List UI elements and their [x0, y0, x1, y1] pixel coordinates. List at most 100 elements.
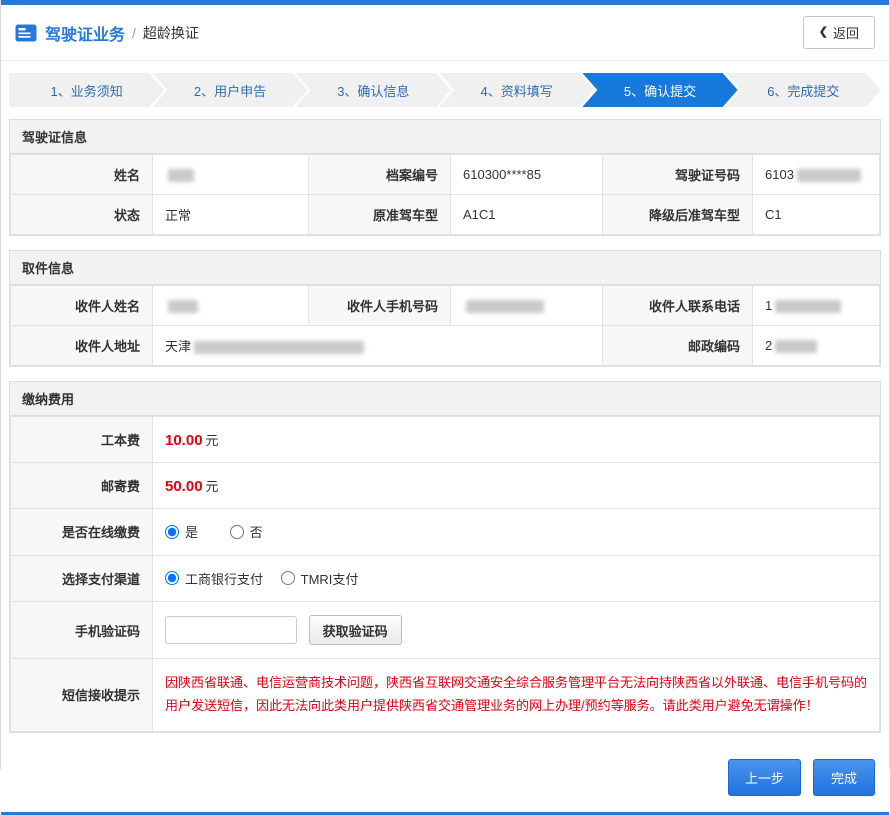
value-name [152, 154, 309, 195]
value-text: 1 [765, 297, 773, 313]
section-title-pickup: 取件信息 [10, 251, 880, 285]
label-file-number: 档案编号 [308, 154, 451, 195]
step-2-user-declaration[interactable]: 2、用户申告 [152, 73, 307, 107]
fees-table: 工本费 10.00 元 邮寄费 50.00 元 是否在线缴费 是 否 选择支付渠… [10, 416, 880, 732]
step-label: 2、用户申告 [193, 83, 267, 99]
bottom-accent-bar [1, 811, 889, 815]
label-online-pay: 是否在线缴费 [10, 508, 153, 556]
online-pay-yes-option[interactable]: 是 [165, 522, 198, 541]
value-recipient-mobile [450, 285, 603, 326]
section-title-license: 驾驶证信息 [10, 120, 880, 154]
section-pickup-info: 取件信息 收件人姓名 收件人手机号码 收件人联系电话 1 收件人地址 天津 邮政… [9, 250, 881, 367]
table-row: 收件人地址 天津 邮政编码 2 [10, 325, 880, 366]
value-recipient-address: 天津 [152, 325, 603, 366]
online-pay-no-option[interactable]: 否 [229, 522, 263, 541]
label-recipient-address: 收件人地址 [10, 325, 153, 366]
value-text: 610300****85 [463, 167, 542, 182]
redacted-value [466, 300, 544, 314]
channel-icbc-option[interactable]: 工商银行支付 [165, 569, 263, 588]
section-title-fees: 缴纳费用 [10, 382, 880, 416]
value-original-class: A1C1 [450, 194, 603, 235]
label-status: 状态 [10, 194, 153, 235]
value-file-number: 610300****85 [450, 154, 603, 195]
finish-button[interactable]: 完成 [813, 758, 875, 796]
online-pay-no-radio[interactable] [229, 524, 244, 539]
license-info-table: 姓名 档案编号 610300****85 驾驶证号码 6103 状态 正常 原准… [10, 154, 880, 235]
step-label: 3、确认信息 [337, 83, 410, 99]
label-production-fee: 工本费 [10, 416, 153, 463]
table-row: 短信接收提示 因陕西省联通、电信运营商技术问题，陕西省互联网交通安全综合服务管理… [10, 658, 880, 732]
value-license-number: 6103 [752, 154, 880, 195]
steps-bar: 1、业务须知 2、用户申告 3、确认信息 4、资料填写 5、确认提交 6、完成提… [9, 73, 881, 107]
label-zip-code: 邮政编码 [602, 325, 753, 366]
mailing-fee-amount: 50.00 [165, 478, 203, 495]
value-text: C1 [765, 207, 782, 222]
value-sms-note: 因陕西省联通、电信运营商技术问题，陕西省互联网交通安全综合服务管理平台无法向持陕… [152, 658, 880, 732]
redacted-value [775, 300, 842, 314]
table-row: 邮寄费 50.00 元 [10, 462, 880, 509]
step-6-complete-submit[interactable]: 6、完成提交 [726, 73, 881, 107]
channel-tmri-radio[interactable] [280, 571, 295, 585]
section-license-info: 驾驶证信息 姓名 档案编号 610300****85 驾驶证号码 6103 状态… [9, 119, 881, 236]
step-1-business-notice[interactable]: 1、业务须知 [9, 73, 164, 107]
online-pay-yes-radio[interactable] [165, 524, 179, 539]
step-5-confirm-submit[interactable]: 5、确认提交 [582, 73, 737, 107]
value-text: 正常 [165, 208, 192, 223]
header: 驾驶证业务 / 超龄换证 ❮ 返回 [1, 5, 889, 61]
value-production-fee: 10.00 元 [152, 416, 880, 463]
label-downgraded-class: 降级后准驾车型 [602, 194, 753, 235]
channel-tmri-option[interactable]: TMRI支付 [280, 569, 359, 588]
radio-label: 是 [185, 525, 199, 540]
step-label: 6、完成提交 [767, 83, 840, 99]
value-zip-code: 2 [752, 325, 880, 366]
radio-label: TMRI支付 [300, 571, 359, 587]
table-row: 是否在线缴费 是 否 [10, 508, 880, 556]
mailing-fee-unit: 元 [205, 479, 219, 494]
table-row: 收件人姓名 收件人手机号码 收件人联系电话 1 [10, 285, 880, 326]
table-row: 姓名 档案编号 610300****85 驾驶证号码 6103 [10, 154, 880, 195]
chevron-left-icon: ❮ [818, 26, 828, 38]
value-sms-code: 获取验证码 [152, 601, 880, 659]
redacted-value [775, 340, 818, 354]
step-4-fill-info[interactable]: 4、资料填写 [439, 73, 594, 107]
production-fee-unit: 元 [205, 433, 219, 448]
value-online-pay: 是 否 [152, 508, 880, 556]
page-subtitle: 超龄换证 [142, 24, 199, 41]
production-fee-amount: 10.00 [165, 432, 203, 449]
driver-license-service-page: 驾驶证业务 / 超龄换证 ❮ 返回 1、业务须知 2、用户申告 3、确认信息 4… [0, 0, 890, 815]
label-recipient-name: 收件人姓名 [10, 285, 153, 326]
value-recipient-name [152, 285, 309, 326]
back-button[interactable]: ❮ 返回 [802, 16, 875, 49]
value-recipient-phone: 1 [752, 285, 880, 326]
label-recipient-phone: 收件人联系电话 [602, 285, 753, 326]
pickup-info-table: 收件人姓名 收件人手机号码 收件人联系电话 1 收件人地址 天津 邮政编码 2 [10, 285, 880, 366]
sms-note-text: 因陕西省联通、电信运营商技术问题，陕西省互联网交通安全综合服务管理平台无法向持陕… [165, 675, 868, 713]
label-sms-code: 手机验证码 [10, 601, 153, 659]
label-license-number: 驾驶证号码 [602, 154, 753, 195]
label-mailing-fee: 邮寄费 [10, 462, 153, 509]
redacted-value [796, 169, 861, 183]
step-label: 4、资料填写 [480, 83, 553, 99]
step-label: 5、确认提交 [623, 83, 697, 99]
footer-actions: 上一步 完成 [1, 747, 889, 812]
label-recipient-mobile: 收件人手机号码 [308, 285, 451, 326]
redacted-value [168, 169, 194, 183]
channel-icbc-radio[interactable] [165, 571, 179, 585]
sms-code-input[interactable] [165, 616, 297, 644]
section-fees: 缴纳费用 工本费 10.00 元 邮寄费 50.00 元 是否在线缴费 是 否 … [9, 381, 881, 733]
label-sms-note: 短信接收提示 [10, 658, 153, 732]
radio-label: 工商银行支付 [185, 571, 264, 587]
prev-step-button[interactable]: 上一步 [727, 758, 801, 796]
value-payment-channel: 工商银行支付 TMRI支付 [152, 554, 880, 602]
label-original-class: 原准驾车型 [308, 194, 451, 235]
radio-label: 否 [249, 525, 263, 540]
step-3-confirm-info[interactable]: 3、确认信息 [296, 73, 451, 107]
get-code-button[interactable]: 获取验证码 [308, 615, 402, 645]
value-text: 天津 [165, 339, 192, 354]
step-label: 1、业务须知 [50, 83, 123, 99]
title-separator: / [132, 24, 136, 41]
label-payment-channel: 选择支付渠道 [10, 554, 153, 602]
table-row: 手机验证码 获取验证码 [10, 601, 880, 659]
table-row: 工本费 10.00 元 [10, 416, 880, 463]
table-row: 状态 正常 原准驾车型 A1C1 降级后准驾车型 C1 [10, 194, 880, 235]
